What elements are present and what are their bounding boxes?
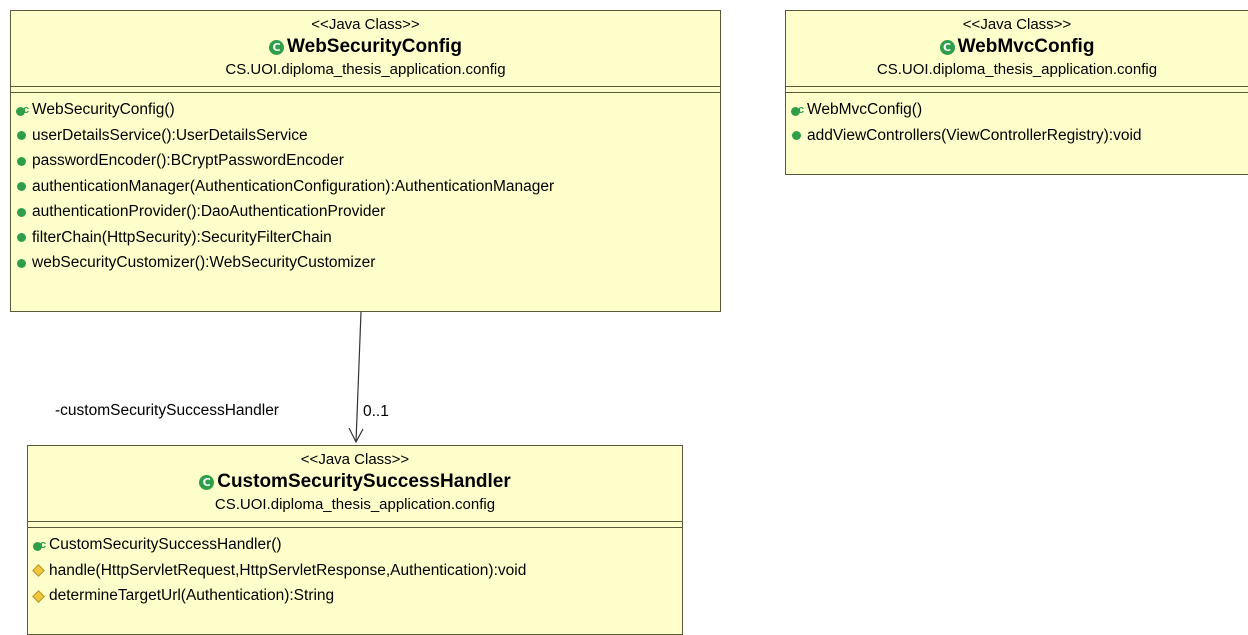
member-method[interactable]: handle(HttpServletRequest,HttpServletRes… [32, 558, 682, 584]
member-text: CustomSecuritySuccessHandler() [49, 536, 282, 553]
stereotype: <<Java Class>> [300, 451, 410, 468]
member-text: handle(HttpServletRequest,HttpServletRes… [49, 561, 527, 579]
member-method[interactable]: determineTargetUrl(Authentication):Strin… [32, 583, 682, 609]
class-header: <<Java Class>> C CustomSecuritySuccessHa… [28, 446, 682, 516]
operations-compartment: CustomSecuritySuccessHandler() handle(Ht… [28, 528, 682, 609]
protected-method-icon [32, 589, 46, 603]
association-role-label: -customSecuritySuccessHandler [55, 402, 279, 419]
class-icon: C [199, 474, 215, 490]
member-text: determineTargetUrl(Authentication):Strin… [49, 587, 335, 604]
class-custom-security-success-handler[interactable]: <<Java Class>> C CustomSecuritySuccessHa… [27, 445, 683, 635]
protected-method-icon [32, 563, 46, 577]
package-name: CS.UOI.diploma_thesis_application.config [214, 496, 496, 513]
class-name: C CustomSecuritySuccessHandler [28, 470, 682, 494]
association-line [355, 311, 362, 443]
member-constructor[interactable]: CustomSecuritySuccessHandler() [32, 532, 682, 558]
constructor-icon [32, 533, 46, 558]
association-multiplicity-label: 0..1 [363, 403, 389, 420]
class-name-text: CustomSecuritySuccessHandler [217, 471, 511, 492]
